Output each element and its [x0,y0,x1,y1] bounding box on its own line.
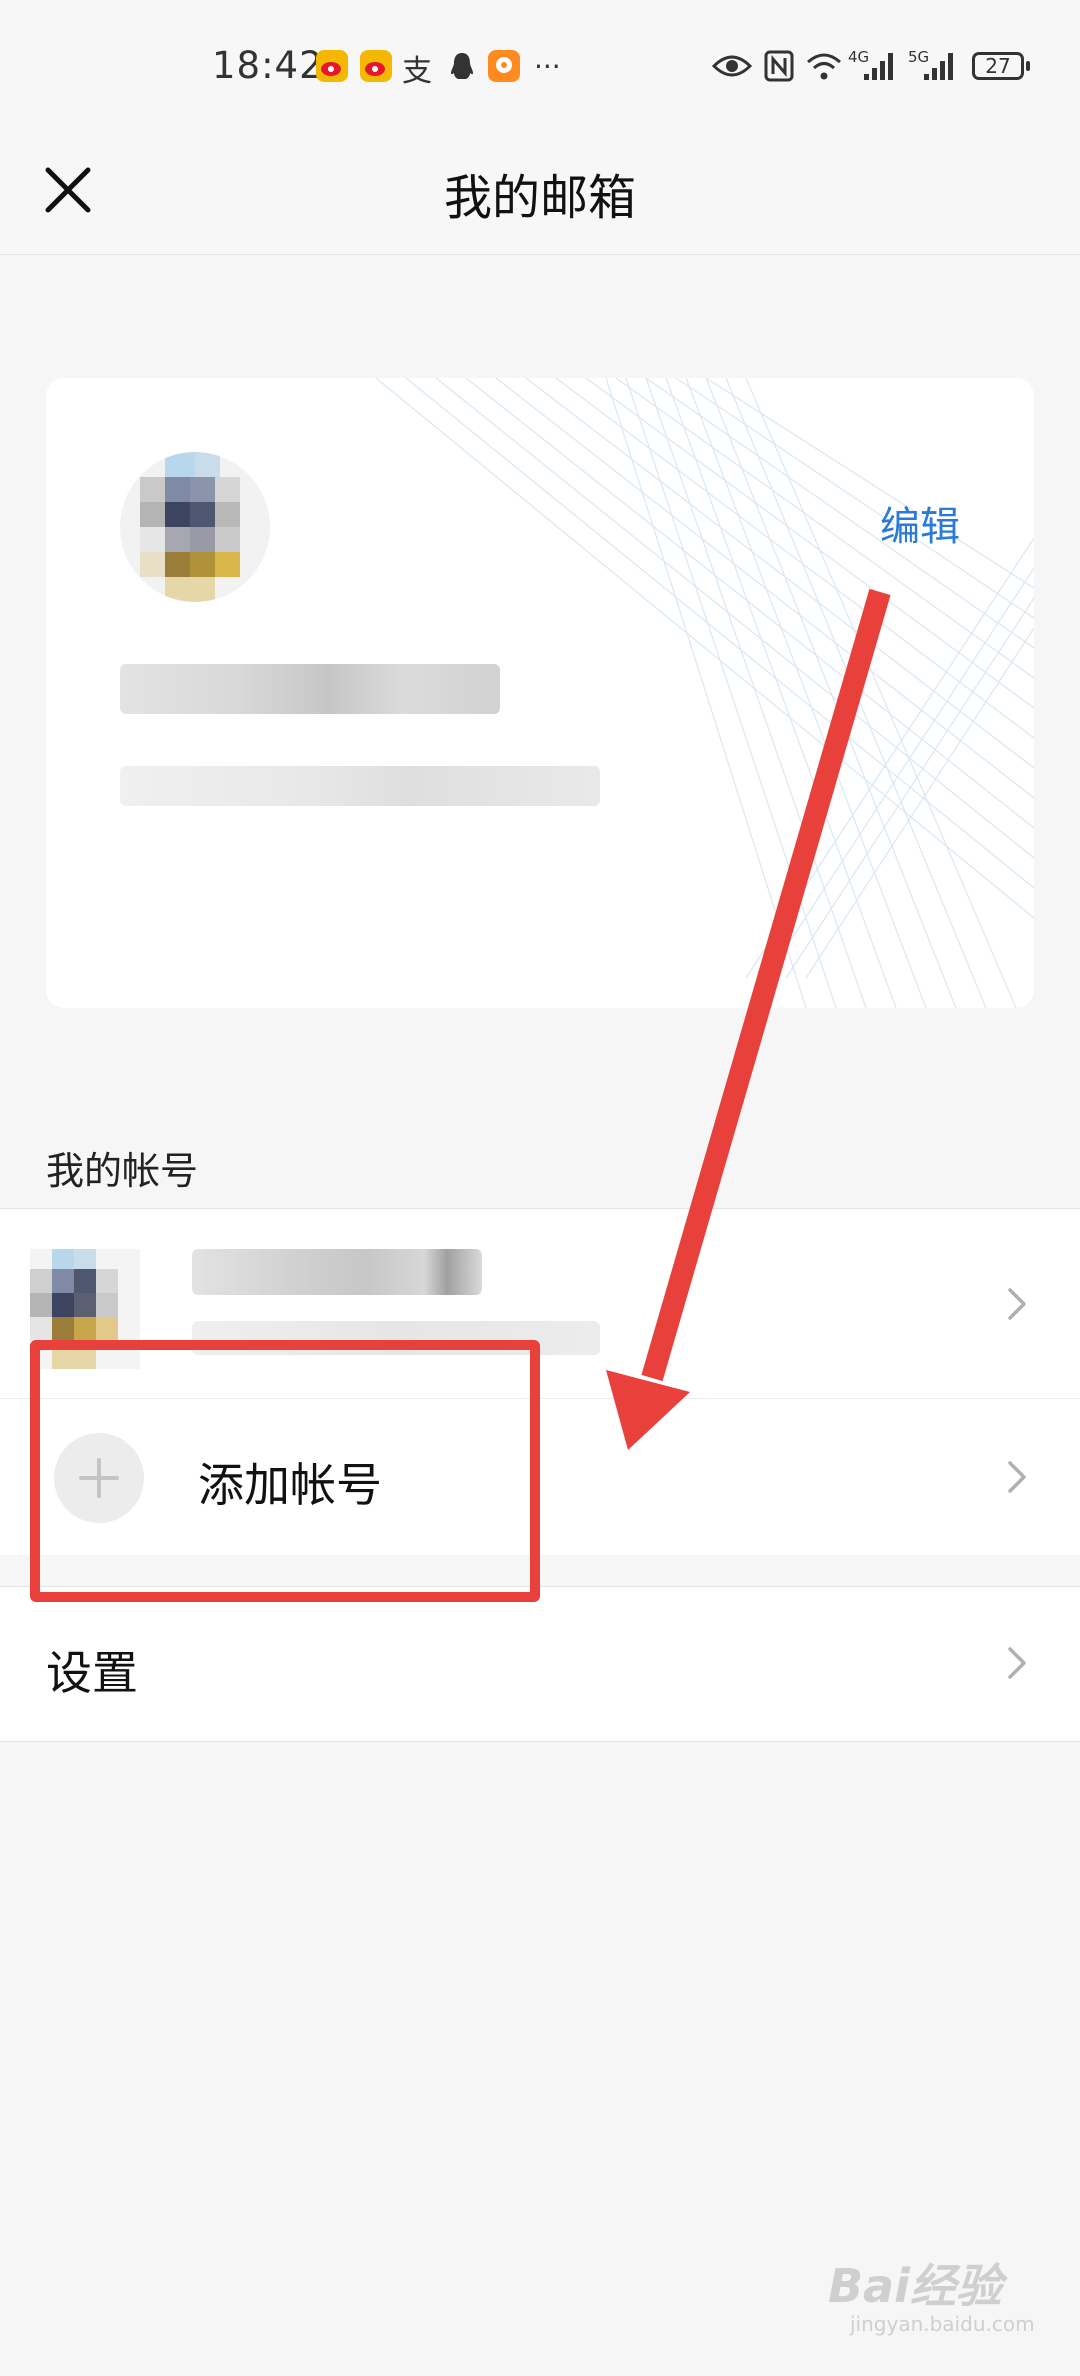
signal-icon [862,50,898,82]
nfc-icon [764,50,796,82]
chevron-right-icon [1008,1647,1026,1679]
account-email-redacted [120,766,600,806]
chevron-right-icon [1008,1461,1026,1493]
account-name-redacted [192,1249,482,1295]
signal-icon [922,50,958,82]
battery-icon: 27 [972,52,1030,80]
weibo-icon [360,50,392,82]
section-my-accounts: 我的帐号 [46,1149,199,1193]
account-name-redacted [120,664,500,714]
more-notifications: ··· [534,50,561,83]
status-time: 18:42 [212,44,324,87]
status-bar: 18:42 支 ··· 4G 5G 27 [0,0,1080,130]
taobao-icon [488,50,520,82]
weibo-icon [316,50,348,82]
watermark-url: jingyan.baidu.com [850,2312,1035,2336]
settings-row[interactable]: 设置 [0,1586,1080,1742]
wifi-icon [804,48,844,84]
top-bar: 我的邮箱 [0,130,1080,255]
highlight-box [30,1340,540,1602]
avatar [120,452,270,602]
alipay-icon: 支 [402,54,432,89]
settings-label: 设置 [46,1646,138,1700]
watermark-logo: Bai经验 [828,2259,1002,2313]
page-title: 我的邮箱 [443,170,636,226]
eye-icon [711,52,753,84]
qq-icon [446,50,478,82]
edit-button[interactable]: 编辑 [880,494,960,552]
chevron-right-icon [1008,1288,1026,1320]
profile-card: 编辑 [46,378,1034,1008]
